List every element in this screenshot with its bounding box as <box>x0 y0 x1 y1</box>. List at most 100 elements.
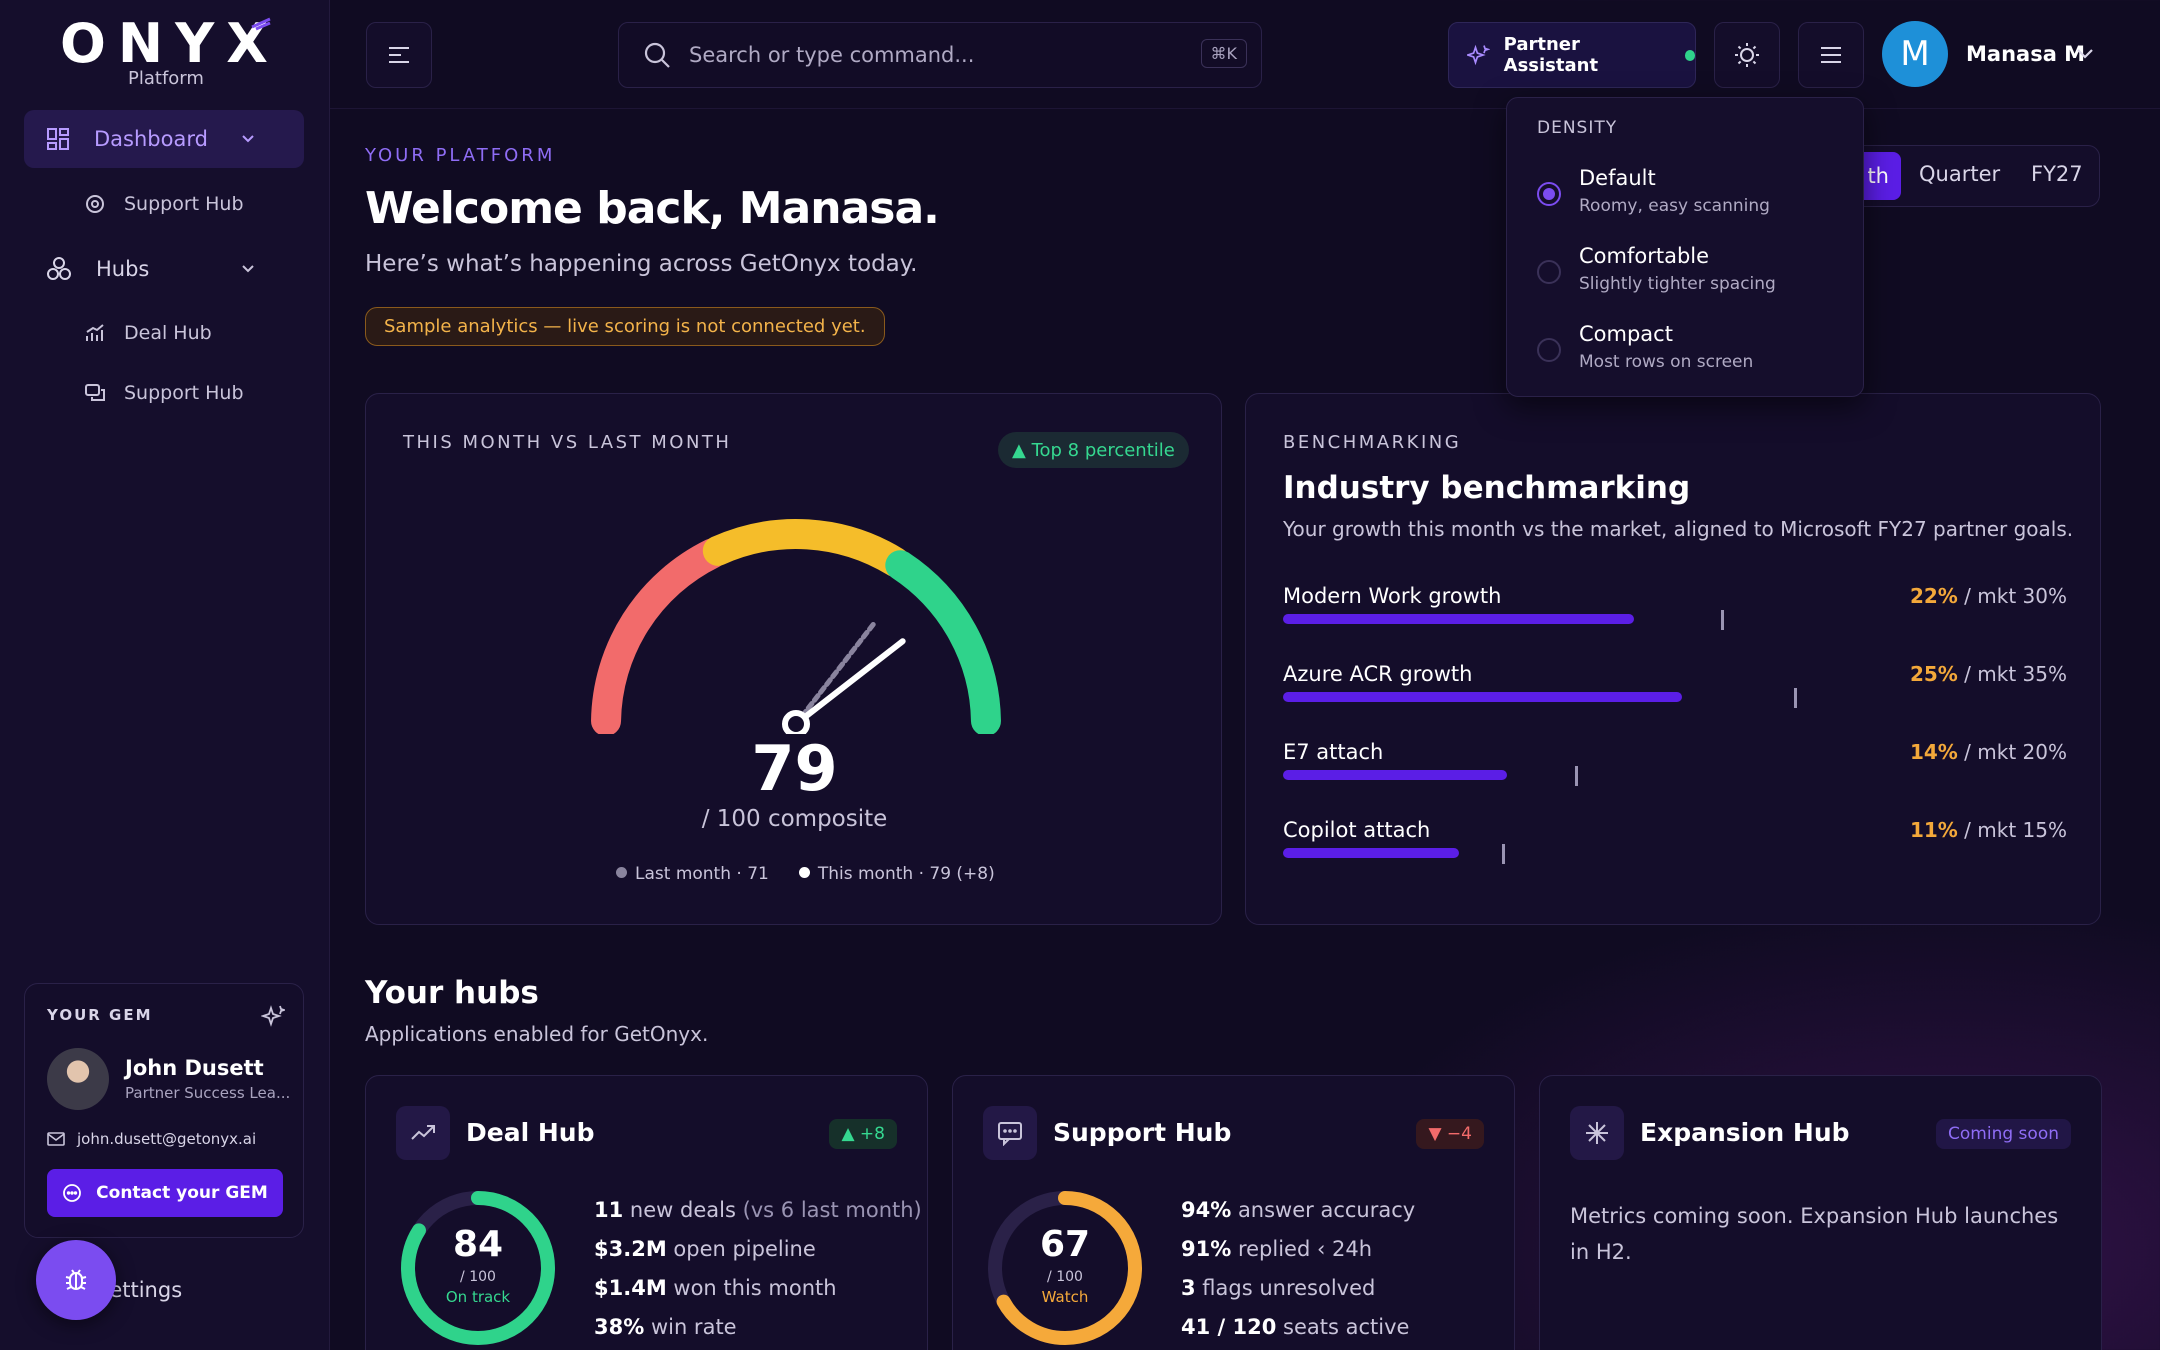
expansion-hub-card[interactable]: Expansion Hub Coming soon Metrics coming… <box>1539 1075 2102 1350</box>
stat-value: 3 <box>1181 1276 1196 1300</box>
search-input[interactable] <box>689 43 1159 67</box>
menu-toggle-button[interactable] <box>366 22 432 88</box>
gauge-arc-mid <box>702 519 911 577</box>
benchmark-value: 22% / mkt 30% <box>1910 584 2067 608</box>
stat-text: answer accuracy <box>1231 1198 1416 1222</box>
benchmark-market: / mkt 35% <box>1957 662 2067 686</box>
section-subtitle: Applications enabled for GetOnyx. <box>365 1022 709 1046</box>
stat-line: 41 / 120 seats active <box>1181 1315 1409 1339</box>
market-marker <box>1575 766 1578 786</box>
benchmark-row: Modern Work growth 22% / mkt 30% <box>1283 584 2067 644</box>
lifebuoy-icon <box>86 195 104 213</box>
nav-support-hub[interactable]: Support Hub <box>84 373 244 413</box>
sparkle-icon <box>1467 44 1490 66</box>
stat-value: 94% <box>1181 1198 1232 1222</box>
chevron-down-icon[interactable] <box>2076 46 2094 65</box>
deal-hub-card[interactable]: Deal Hub ▲ +8 84 / 100 On track 11 new d… <box>365 1075 928 1350</box>
chat-icon <box>85 384 105 401</box>
mail-icon <box>47 1132 65 1146</box>
stat-line: 94% answer accuracy <box>1181 1198 1415 1222</box>
density-option-compact[interactable]: Compact Most rows on screen <box>1537 322 1837 388</box>
sample-data-notice: Sample analytics — live scoring is not c… <box>365 307 885 346</box>
nav-hubs[interactable]: Hubs <box>24 240 304 298</box>
gem-email[interactable]: john.dusett@getonyx.ai <box>47 1130 256 1148</box>
theme-toggle-button[interactable] <box>1714 22 1780 88</box>
benchmark-market: / mkt 15% <box>1957 818 2067 842</box>
density-dropdown: DENSITY Default Roomy, easy scanning Com… <box>1506 97 1864 397</box>
radio[interactable] <box>1537 338 1561 362</box>
nav-deal-hub[interactable]: Deal Hub <box>84 313 212 353</box>
card-title: Industry benchmarking <box>1283 470 1691 506</box>
bug-icon <box>65 1269 87 1290</box>
avatar[interactable]: M <box>1882 21 1948 87</box>
score-ring <box>988 1191 1142 1345</box>
bug-report-button[interactable] <box>36 1240 116 1320</box>
benchmark-bar <box>1283 692 1682 702</box>
gem-name: John Dusett <box>125 1056 264 1080</box>
hubs-icon <box>47 257 71 280</box>
gauge-arc-low <box>591 538 728 734</box>
hub-name: Deal Hub <box>466 1118 595 1147</box>
benchmark-track <box>1283 688 2067 708</box>
gauge-hub <box>782 710 810 734</box>
benchmark-you: 22% <box>1909 584 1958 608</box>
nav-dashboard[interactable]: Dashboard <box>24 110 304 168</box>
partner-assistant-button[interactable]: Partner Assistant <box>1448 22 1696 88</box>
stat-text: won this month <box>666 1276 837 1300</box>
gem-role: Partner Success Lea... <box>125 1084 291 1102</box>
chart-icon <box>86 324 104 341</box>
contact-gem-label: Contact your GEM <box>96 1183 268 1203</box>
benchmark-row: Copilot attach 11% / mkt 15% <box>1283 818 2067 878</box>
user-menu-name[interactable]: Manasa M <box>1966 42 2085 66</box>
brand-subtitle: Platform <box>128 68 204 89</box>
sidebar: ONYX Platform Dashboard Support Hub Hubs… <box>0 0 330 1350</box>
card-description: Your growth this month vs the market, al… <box>1283 517 2074 541</box>
density-menu-button[interactable] <box>1798 22 1864 88</box>
gem-card: YOUR GEM John Dusett Partner Success Lea… <box>24 983 304 1238</box>
coming-soon-badge: Coming soon <box>1936 1119 2071 1149</box>
radio[interactable] <box>1537 260 1561 284</box>
stat-value: 11 <box>594 1198 624 1222</box>
ring-denominator: / 100 <box>460 1269 496 1285</box>
section-title: Your hubs <box>365 975 539 1011</box>
benchmark-row: Azure ACR growth 25% / mkt 35% <box>1283 662 2067 722</box>
legend-this-month: This month · 79 (+8) <box>798 864 995 884</box>
benchmark-track <box>1283 844 2067 864</box>
search-shortcut: ⌘K <box>1200 39 1247 68</box>
hub-name: Expansion Hub <box>1640 1118 1850 1147</box>
gauge-chart <box>591 519 1001 734</box>
radio-selected[interactable] <box>1537 182 1561 206</box>
search-bar[interactable]: ⌘K <box>618 22 1262 88</box>
market-marker <box>1502 844 1505 864</box>
benchmark-bar <box>1283 770 1507 780</box>
support-hub-card[interactable]: Support Hub ▼ −4 67 / 100 Watch 94% answ… <box>952 1075 1515 1350</box>
density-option-comfortable[interactable]: Comfortable Slightly tighter spacing <box>1537 244 1837 310</box>
stat-text: flags unresolved <box>1195 1276 1376 1300</box>
legend-this-text: This month · 79 (+8) <box>817 864 995 884</box>
density-option-default[interactable]: Default Roomy, easy scanning <box>1537 166 1837 232</box>
brand-logo[interactable]: ONYX <box>60 12 280 75</box>
option-sub: Most rows on screen <box>1579 352 1754 372</box>
header-divider <box>330 108 2160 109</box>
card-title: THIS MONTH VS LAST MONTH <box>403 432 732 453</box>
sparkle-icon[interactable] <box>260 1004 287 1032</box>
ring-status: On track <box>445 1288 511 1306</box>
nav-support-hub-dashboard[interactable]: Support Hub <box>84 184 244 224</box>
legend-last-text: Last month · 71 <box>635 864 769 884</box>
period-quarter-tab[interactable]: Quarter <box>1919 162 2000 186</box>
stat-line: 11 new deals (vs 6 last month) <box>594 1198 922 1222</box>
benchmark-bar <box>1283 614 1634 624</box>
benchmark-you: 25% <box>1909 662 1958 686</box>
hero-eyebrow: YOUR PLATFORM <box>365 145 556 166</box>
benchmark-value: 25% / mkt 35% <box>1910 662 2067 686</box>
gauge-value: 79 <box>751 732 838 805</box>
benchmark-track <box>1283 766 2067 786</box>
period-fy-tab[interactable]: FY27 <box>2031 162 2083 186</box>
gauge-legend: Last month · 71 This month · 79 (+8) <box>616 864 995 884</box>
gem-title: YOUR GEM <box>47 1006 153 1024</box>
option-label: Default <box>1579 166 1656 190</box>
density-title: DENSITY <box>1537 118 1618 138</box>
gauge-unit: / 100 composite <box>701 806 888 832</box>
contact-gem-button[interactable]: Contact your GEM <box>47 1169 283 1217</box>
chat-icon <box>983 1106 1037 1160</box>
